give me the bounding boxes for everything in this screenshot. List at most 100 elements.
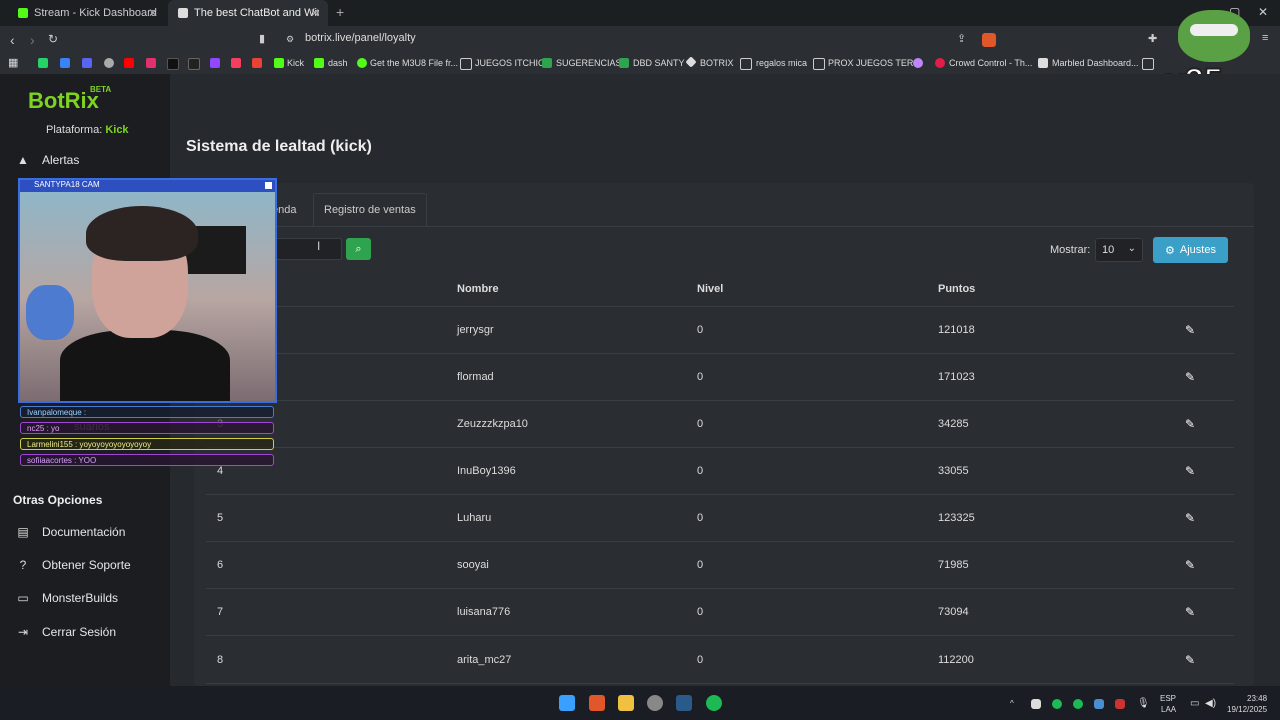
bookmark-app-icon[interactable] bbox=[104, 58, 114, 68]
close-tab-icon[interactable]: ✕ bbox=[310, 6, 320, 20]
share-icon[interactable]: ⇪ bbox=[957, 32, 966, 45]
column-header-nivel[interactable]: Nivel bbox=[697, 283, 723, 295]
edit-pencil-icon[interactable]: ✎ bbox=[1185, 653, 1195, 667]
bookmark-juegos-itchio[interactable]: JUEGOS ITCHIO bbox=[475, 58, 545, 68]
edit-pencil-icon[interactable]: ✎ bbox=[1185, 605, 1195, 619]
header-divider bbox=[206, 306, 1234, 307]
file-explorer-icon[interactable] bbox=[618, 695, 634, 711]
book-icon: ▤ bbox=[17, 525, 29, 539]
tray-steam-icon[interactable] bbox=[1094, 699, 1104, 709]
whatsapp-icon[interactable] bbox=[38, 58, 48, 68]
instagram-icon[interactable] bbox=[146, 58, 156, 68]
discord-icon[interactable] bbox=[82, 58, 92, 68]
obs-icon[interactable] bbox=[647, 695, 663, 711]
clock-time[interactable]: 23:48 bbox=[1247, 694, 1267, 703]
bookmark-kick[interactable]: Kick bbox=[287, 58, 304, 68]
forward-icon[interactable]: › bbox=[30, 32, 35, 48]
bookmark-app-icon[interactable] bbox=[60, 58, 70, 68]
tray-flag-icon[interactable] bbox=[1115, 699, 1125, 709]
webcam-title: SANTYPA18 CAM bbox=[34, 180, 100, 189]
edit-pencil-icon[interactable]: ✎ bbox=[1185, 558, 1195, 572]
gears-icon: ⚙ bbox=[1165, 244, 1175, 257]
sidebar-item-monsterbuilds[interactable]: ▭ MonsterBuilds bbox=[16, 591, 118, 605]
bookmark-dbd-santy[interactable]: DBD SANTY bbox=[633, 58, 685, 68]
bookmark-sugerencias[interactable]: SUGERENCIAS bbox=[556, 58, 622, 68]
bookmark-prox-juegos[interactable]: PROX JUEGOS TER... bbox=[828, 58, 921, 68]
address-bar[interactable]: botrix.live/panel/loyalty bbox=[305, 32, 416, 44]
tray-spotify-icon[interactable] bbox=[1052, 699, 1062, 709]
bookmark-botrix[interactable]: BOTRIX bbox=[700, 58, 734, 68]
gmail-icon[interactable] bbox=[252, 58, 262, 68]
sidebar-item-label: Documentación bbox=[42, 525, 126, 539]
brave-browser-icon[interactable] bbox=[589, 695, 605, 711]
chevron-up-icon[interactable]: ^ bbox=[1010, 699, 1014, 708]
new-tab-plus-icon[interactable]: + bbox=[336, 4, 344, 20]
region-indicator: LAA bbox=[1161, 705, 1177, 714]
column-header-nombre[interactable]: Nombre bbox=[457, 283, 499, 295]
level-cell: 0 bbox=[697, 371, 704, 383]
bookmark-m3u8[interactable]: Get the M3U8 File fr... bbox=[370, 58, 458, 68]
edit-pencil-icon[interactable]: ✎ bbox=[1185, 464, 1195, 478]
sidebar-item-alertas[interactable]: ▲ Alertas bbox=[16, 153, 79, 167]
bookmark-app-icon[interactable] bbox=[231, 58, 241, 68]
network-icon[interactable]: ▭ bbox=[1190, 698, 1199, 709]
column-header-puntos[interactable]: Puntos bbox=[938, 283, 975, 295]
level-cell: 0 bbox=[697, 512, 704, 524]
points-cell: 33055 bbox=[938, 465, 969, 477]
webcam-person-shirt bbox=[60, 330, 230, 401]
edit-pencil-icon[interactable]: ✎ bbox=[1185, 511, 1195, 525]
microphone-icon[interactable]: 🎙 bbox=[1137, 698, 1150, 709]
youtube-icon[interactable] bbox=[124, 58, 134, 68]
volume-icon[interactable]: ◀) bbox=[1205, 698, 1216, 709]
browser-tab-kick-dashboard[interactable]: Stream - Kick Dashboard ✕ bbox=[8, 0, 166, 26]
bookmark-dash[interactable]: dash bbox=[328, 58, 348, 68]
close-tab-icon[interactable]: ✕ bbox=[148, 6, 158, 20]
sidebar-item-label: MonsterBuilds bbox=[42, 591, 119, 605]
x-icon[interactable] bbox=[188, 58, 200, 70]
folder-icon bbox=[460, 58, 472, 70]
page-title: Sistema de lealtad (kick) bbox=[186, 138, 372, 155]
level-cell: 0 bbox=[697, 465, 704, 477]
reload-icon[interactable]: ↻ bbox=[48, 32, 58, 46]
level-cell: 0 bbox=[697, 559, 704, 571]
menu-icon[interactable]: ≡ bbox=[1262, 32, 1268, 44]
edit-pencil-icon[interactable]: ✎ bbox=[1185, 417, 1195, 431]
name-cell: Luharu bbox=[457, 512, 492, 524]
kick-favicon-icon bbox=[18, 8, 28, 18]
tray-spotify-icon[interactable] bbox=[1073, 699, 1083, 709]
settings-button[interactable]: ⚙ Ajustes bbox=[1153, 237, 1228, 263]
sidebar-item-documentacion[interactable]: ▤ Documentación bbox=[16, 525, 125, 539]
apps-grid-icon[interactable]: ▦ bbox=[8, 56, 18, 69]
name-cell: arita_mc27 bbox=[457, 654, 512, 666]
bookmark-icon[interactable]: ▮ bbox=[259, 32, 265, 45]
botrix-logo[interactable]: BotRix bbox=[28, 88, 99, 114]
edit-pencil-icon[interactable]: ✎ bbox=[1185, 323, 1195, 337]
bookmark-regalos-mica[interactable]: regalos mica bbox=[756, 58, 807, 68]
beta-badge: BETA bbox=[90, 85, 112, 94]
search-button[interactable]: ⌕ bbox=[346, 238, 371, 260]
sidebar-item-soporte[interactable]: ? Obtener Soporte bbox=[16, 558, 131, 572]
extensions-icon[interactable]: ✚ bbox=[1148, 32, 1157, 45]
name-cell: luisana776 bbox=[457, 606, 511, 618]
tab-registro-ventas[interactable]: Registro de ventas bbox=[313, 193, 427, 226]
language-indicator[interactable]: ESP bbox=[1160, 694, 1176, 703]
spotify-icon[interactable] bbox=[706, 695, 722, 711]
site-info-icon[interactable]: ⚙ bbox=[286, 34, 294, 45]
windows-start-icon[interactable] bbox=[559, 695, 575, 711]
edit-pencil-icon[interactable]: ✎ bbox=[1185, 370, 1195, 384]
webcam-overlay: SANTYPA18 CAM bbox=[18, 178, 277, 403]
steam-icon[interactable] bbox=[676, 695, 692, 711]
page-size-select[interactable]: 10 ⌄ bbox=[1095, 238, 1143, 262]
name-cell: Zeuzzzkzpa10 bbox=[457, 418, 528, 430]
browser-tab-botrix[interactable]: The best ChatBot and Widgets fo ✕ bbox=[168, 0, 328, 26]
tray-app-icon[interactable] bbox=[1031, 699, 1041, 709]
twitch-icon[interactable] bbox=[210, 58, 220, 68]
level-cell: 0 bbox=[697, 324, 704, 336]
bookmark-marbled-dashboard[interactable]: Marbled Dashboard... bbox=[1052, 58, 1139, 68]
back-icon[interactable]: ‹ bbox=[10, 32, 15, 48]
bookmark-app-icon[interactable] bbox=[913, 58, 923, 68]
sidebar-item-cerrar-sesion[interactable]: ⇥ Cerrar Sesión bbox=[16, 625, 116, 639]
bookmark-crowd-control[interactable]: Crowd Control - Th... bbox=[949, 58, 1032, 68]
brave-shield-icon[interactable] bbox=[982, 33, 996, 47]
tiktok-icon[interactable] bbox=[167, 58, 179, 70]
